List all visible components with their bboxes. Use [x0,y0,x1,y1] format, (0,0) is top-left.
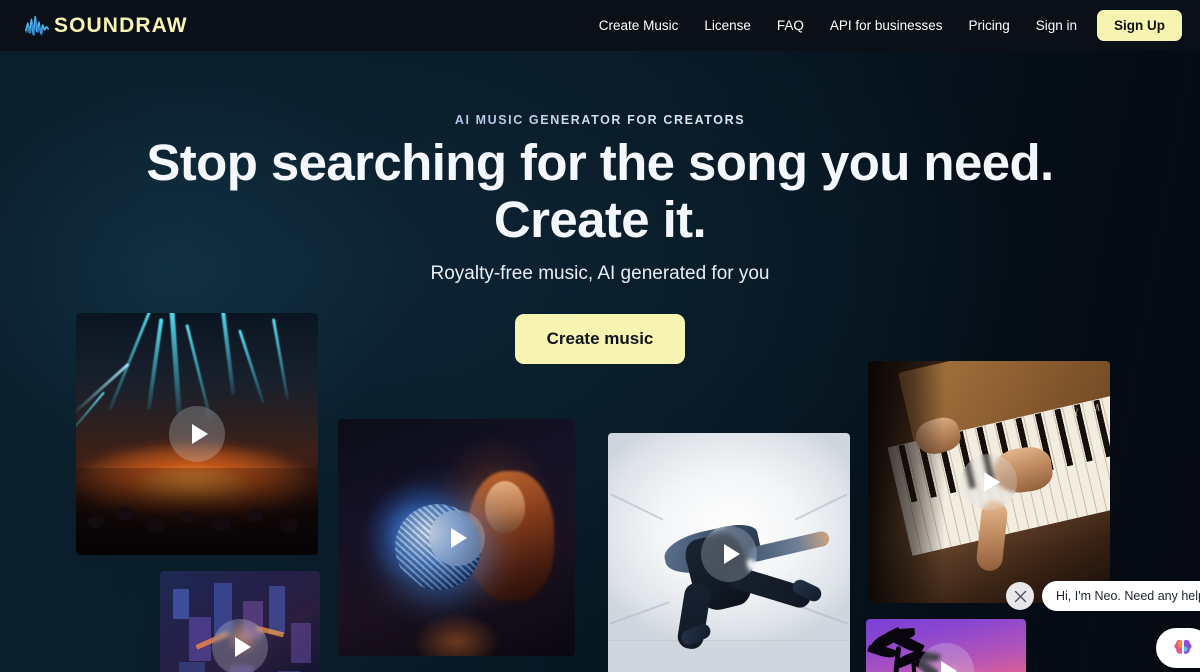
create-music-button[interactable]: Create music [514,314,686,364]
soundraw-logo[interactable]: SOUNDRAW [24,13,188,39]
site-header: SOUNDRAW Create Music License FAQ API fo… [0,0,1200,51]
nav-item-create-music[interactable]: Create Music [599,18,679,33]
soundraw-landing-page: SOUNDRAW Create Music License FAQ API fo… [0,0,1200,672]
brain-icon [1174,639,1192,655]
nav-item-api-for-businesses[interactable]: API for businesses [830,18,943,33]
page-title: Stop searching for the song you need. Cr… [0,134,1200,248]
play-icon[interactable] [428,509,485,566]
play-icon[interactable] [169,406,225,462]
nav-item-pricing[interactable]: Pricing [968,18,1009,33]
hero-eyebrow: AI MUSIC GENERATOR FOR CREATORS [0,113,1200,127]
close-icon [1014,590,1026,602]
nav-item-license[interactable]: License [704,18,751,33]
night-city-video-card[interactable] [160,571,320,672]
palm-sunset-video-card[interactable] [866,619,1026,672]
play-icon[interactable] [701,526,757,582]
logo-wordmark: SOUNDRAW [54,14,188,37]
play-icon[interactable] [212,619,268,672]
headline-line-2: Create it. [493,191,707,249]
play-icon[interactable] [961,454,1017,510]
nav-item-sign-in[interactable]: Sign in [1036,18,1077,33]
hero-subhead: Royalty-free music, AI generated for you [430,263,770,284]
hero-cta-container: Create music [0,314,1200,364]
sign-up-button[interactable]: Sign Up [1097,10,1182,41]
main-navigation: Create Music License FAQ API for busines… [599,10,1182,41]
dancer-video-card[interactable] [608,433,850,672]
chat-close-button[interactable] [1006,582,1034,610]
nav-item-faq[interactable]: FAQ [777,18,804,33]
chat-greeting-bubble[interactable]: Hi, I'm Neo. Need any help? [1042,581,1200,611]
piano-video-card[interactable]: YAM [868,361,1110,603]
chat-launcher-button[interactable] [1156,628,1200,668]
disco-ball-video-card[interactable] [338,419,575,656]
hero-section: YAM AI MUSIC GENERATOR FOR CREATORS Stop… [0,51,1200,672]
waveform-icon [25,15,50,37]
headline-line-1: Stop searching for the song you need. [146,134,1054,191]
